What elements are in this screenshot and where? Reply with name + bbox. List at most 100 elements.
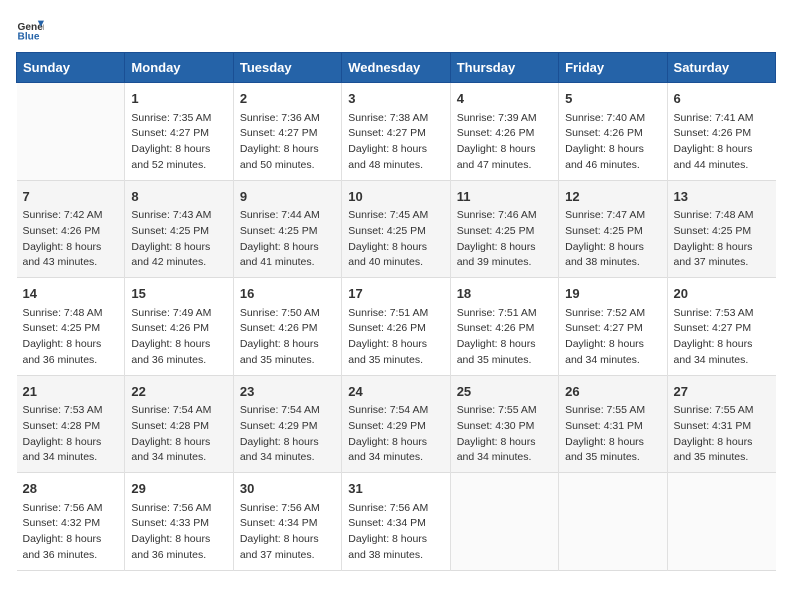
daylight-text: Daylight: 8 hours	[240, 435, 335, 451]
sunrise-text: Sunrise: 7:56 AM	[23, 501, 119, 517]
day-number: 3	[348, 89, 443, 109]
calendar-cell: 8Sunrise: 7:43 AMSunset: 4:25 PMDaylight…	[125, 180, 233, 278]
week-row-1: 1Sunrise: 7:35 AMSunset: 4:27 PMDaylight…	[17, 83, 776, 181]
calendar-cell: 12Sunrise: 7:47 AMSunset: 4:25 PMDayligh…	[559, 180, 667, 278]
daylight-text: Daylight: 8 hours	[674, 337, 770, 353]
daylight-text: Daylight: 8 hours	[23, 240, 119, 256]
daylight-cont-text: and 34 minutes.	[23, 450, 119, 466]
sunrise-text: Sunrise: 7:53 AM	[674, 306, 770, 322]
daylight-text: Daylight: 8 hours	[674, 240, 770, 256]
sunset-text: Sunset: 4:34 PM	[240, 516, 335, 532]
daylight-text: Daylight: 8 hours	[131, 142, 226, 158]
sunrise-text: Sunrise: 7:44 AM	[240, 208, 335, 224]
day-number: 26	[565, 382, 660, 402]
calendar-cell: 17Sunrise: 7:51 AMSunset: 4:26 PMDayligh…	[342, 278, 450, 376]
day-number: 10	[348, 187, 443, 207]
daylight-cont-text: and 39 minutes.	[457, 255, 552, 271]
day-number: 7	[23, 187, 119, 207]
calendar-cell: 21Sunrise: 7:53 AMSunset: 4:28 PMDayligh…	[17, 375, 125, 473]
calendar-cell: 22Sunrise: 7:54 AMSunset: 4:28 PMDayligh…	[125, 375, 233, 473]
daylight-cont-text: and 35 minutes.	[674, 450, 770, 466]
sunset-text: Sunset: 4:25 PM	[565, 224, 660, 240]
calendar-cell	[667, 473, 775, 571]
sunrise-text: Sunrise: 7:56 AM	[131, 501, 226, 517]
daylight-cont-text: and 35 minutes.	[565, 450, 660, 466]
daylight-cont-text: and 48 minutes.	[348, 158, 443, 174]
daylight-cont-text: and 34 minutes.	[240, 450, 335, 466]
day-number: 13	[674, 187, 770, 207]
daylight-text: Daylight: 8 hours	[240, 532, 335, 548]
calendar-cell: 6Sunrise: 7:41 AMSunset: 4:26 PMDaylight…	[667, 83, 775, 181]
header-friday: Friday	[559, 53, 667, 83]
day-number: 24	[348, 382, 443, 402]
calendar-cell: 30Sunrise: 7:56 AMSunset: 4:34 PMDayligh…	[233, 473, 341, 571]
daylight-cont-text: and 44 minutes.	[674, 158, 770, 174]
calendar-cell: 5Sunrise: 7:40 AMSunset: 4:26 PMDaylight…	[559, 83, 667, 181]
sunrise-text: Sunrise: 7:35 AM	[131, 111, 226, 127]
daylight-text: Daylight: 8 hours	[565, 240, 660, 256]
daylight-text: Daylight: 8 hours	[457, 435, 552, 451]
daylight-cont-text: and 35 minutes.	[348, 353, 443, 369]
day-number: 15	[131, 284, 226, 304]
calendar-cell: 14Sunrise: 7:48 AMSunset: 4:25 PMDayligh…	[17, 278, 125, 376]
daylight-cont-text: and 40 minutes.	[348, 255, 443, 271]
sunrise-text: Sunrise: 7:54 AM	[348, 403, 443, 419]
daylight-text: Daylight: 8 hours	[348, 337, 443, 353]
day-number: 9	[240, 187, 335, 207]
sunset-text: Sunset: 4:28 PM	[23, 419, 119, 435]
day-number: 19	[565, 284, 660, 304]
calendar-cell	[17, 83, 125, 181]
day-number: 25	[457, 382, 552, 402]
sunrise-text: Sunrise: 7:50 AM	[240, 306, 335, 322]
sunrise-text: Sunrise: 7:39 AM	[457, 111, 552, 127]
sunset-text: Sunset: 4:33 PM	[131, 516, 226, 532]
day-number: 20	[674, 284, 770, 304]
daylight-cont-text: and 36 minutes.	[23, 353, 119, 369]
daylight-cont-text: and 38 minutes.	[348, 548, 443, 564]
sunrise-text: Sunrise: 7:46 AM	[457, 208, 552, 224]
day-number: 28	[23, 479, 119, 499]
daylight-cont-text: and 34 minutes.	[565, 353, 660, 369]
daylight-cont-text: and 35 minutes.	[240, 353, 335, 369]
sunrise-text: Sunrise: 7:47 AM	[565, 208, 660, 224]
daylight-cont-text: and 35 minutes.	[457, 353, 552, 369]
sunrise-text: Sunrise: 7:48 AM	[674, 208, 770, 224]
sunrise-text: Sunrise: 7:49 AM	[131, 306, 226, 322]
daylight-text: Daylight: 8 hours	[565, 142, 660, 158]
calendar-cell: 16Sunrise: 7:50 AMSunset: 4:26 PMDayligh…	[233, 278, 341, 376]
day-number: 29	[131, 479, 226, 499]
day-number: 6	[674, 89, 770, 109]
daylight-text: Daylight: 8 hours	[240, 240, 335, 256]
daylight-cont-text: and 50 minutes.	[240, 158, 335, 174]
calendar-cell: 3Sunrise: 7:38 AMSunset: 4:27 PMDaylight…	[342, 83, 450, 181]
daylight-text: Daylight: 8 hours	[457, 142, 552, 158]
week-row-4: 21Sunrise: 7:53 AMSunset: 4:28 PMDayligh…	[17, 375, 776, 473]
calendar-cell: 28Sunrise: 7:56 AMSunset: 4:32 PMDayligh…	[17, 473, 125, 571]
sunset-text: Sunset: 4:25 PM	[240, 224, 335, 240]
sunset-text: Sunset: 4:25 PM	[457, 224, 552, 240]
sunset-text: Sunset: 4:32 PM	[23, 516, 119, 532]
calendar-cell	[450, 473, 558, 571]
daylight-text: Daylight: 8 hours	[348, 142, 443, 158]
sunset-text: Sunset: 4:27 PM	[674, 321, 770, 337]
daylight-text: Daylight: 8 hours	[348, 532, 443, 548]
calendar-header-row: SundayMondayTuesdayWednesdayThursdayFrid…	[17, 53, 776, 83]
sunset-text: Sunset: 4:25 PM	[131, 224, 226, 240]
day-number: 31	[348, 479, 443, 499]
daylight-cont-text: and 34 minutes.	[348, 450, 443, 466]
header-saturday: Saturday	[667, 53, 775, 83]
day-number: 4	[457, 89, 552, 109]
sunset-text: Sunset: 4:29 PM	[240, 419, 335, 435]
daylight-cont-text: and 43 minutes.	[23, 255, 119, 271]
logo-icon: General Blue	[16, 16, 44, 44]
daylight-text: Daylight: 8 hours	[131, 435, 226, 451]
sunset-text: Sunset: 4:27 PM	[565, 321, 660, 337]
sunrise-text: Sunrise: 7:55 AM	[674, 403, 770, 419]
sunrise-text: Sunrise: 7:36 AM	[240, 111, 335, 127]
daylight-cont-text: and 41 minutes.	[240, 255, 335, 271]
sunrise-text: Sunrise: 7:51 AM	[457, 306, 552, 322]
header-monday: Monday	[125, 53, 233, 83]
daylight-cont-text: and 36 minutes.	[131, 548, 226, 564]
calendar-cell: 18Sunrise: 7:51 AMSunset: 4:26 PMDayligh…	[450, 278, 558, 376]
day-number: 5	[565, 89, 660, 109]
